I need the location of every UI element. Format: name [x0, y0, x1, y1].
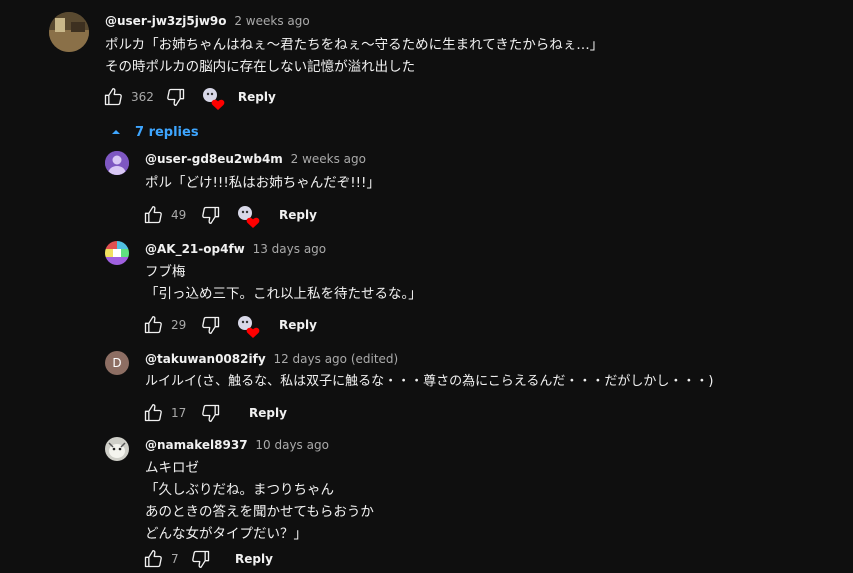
creator-heart-icon [202, 86, 225, 110]
creator-heart-icon [237, 204, 260, 228]
reply-button[interactable]: Reply [235, 552, 273, 566]
thumb-up-icon [104, 88, 122, 106]
avatar[interactable] [105, 151, 129, 175]
author-name[interactable]: @AK_21-op4fw [145, 242, 245, 256]
like-button[interactable] [141, 203, 165, 227]
creator-heart-icon [202, 88, 225, 110]
thumb-down-icon [202, 316, 220, 334]
avatar-letter: D [112, 356, 122, 370]
dislike-button[interactable] [164, 85, 188, 109]
comment-line: どんな女がタイプだい？」 [145, 526, 307, 542]
comment-line: ポル「どけ!!!私はお姉ちゃんだぞ!!!」 [145, 175, 380, 191]
chevron-up-icon [112, 130, 120, 134]
avatar[interactable]: D [105, 351, 129, 375]
author-name[interactable]: @user-gd8eu2wb4m [145, 152, 283, 166]
thumb-down-icon [167, 88, 185, 107]
comment-header: @user-jw3zj5jw9o 2 weeks ago [105, 14, 310, 28]
dislike-button[interactable] [199, 401, 223, 425]
comment-timestamp[interactable]: 13 days ago [253, 242, 327, 256]
comment-actions: 29 Reply [141, 313, 317, 338]
comment-actions: 7 Reply [141, 547, 273, 571]
comment-header: @user-gd8eu2wb4m 2 weeks ago [145, 152, 366, 166]
comment-header: @takuwan0082ify 12 days ago (edited) [145, 352, 398, 366]
like-count: 49 [171, 208, 187, 222]
like-count: 362 [131, 90, 154, 104]
like-count: 17 [171, 406, 187, 420]
comment-line: フブ梅 [145, 264, 186, 280]
comment-line: あのときの答えを聞かせてもらおうか [145, 504, 374, 520]
thumb-up-icon [144, 404, 162, 422]
like-button[interactable] [141, 401, 165, 425]
comment-timestamp[interactable]: 12 days ago (edited) [273, 352, 398, 366]
like-button[interactable] [101, 85, 125, 109]
comment-actions: 362 Reply [101, 85, 276, 110]
comment-line: 「久しぶりだね。まつりちゃん [145, 482, 334, 498]
comment-text: ルイルイ(さ、触るな、私は双子に触るな・・・尊さの為にこらえるんだ・・・だがしか… [145, 371, 714, 393]
like-button[interactable] [141, 313, 165, 337]
comment-line: その時ポルカの脳内に存在しない記憶が溢れ出した [105, 59, 416, 75]
comment-timestamp[interactable]: 2 weeks ago [291, 152, 366, 166]
reply-button[interactable]: Reply [279, 318, 317, 332]
thumb-down-icon [202, 206, 220, 224]
reply-button[interactable]: Reply [238, 90, 276, 104]
replies-count-label: 7 replies [135, 124, 199, 140]
like-count: 29 [171, 318, 187, 332]
creator-heart-icon [238, 206, 260, 228]
like-button[interactable] [141, 547, 165, 571]
dislike-button[interactable] [199, 313, 223, 337]
creator-heart-icon [238, 316, 260, 338]
like-count: 7 [171, 552, 179, 566]
comment-line: 「引っ込め三下。これ以上私を待たせるな。」 [145, 286, 422, 302]
thumb-down-icon [202, 404, 220, 422]
avatar[interactable] [49, 12, 89, 52]
comment-text: ムキロゼ 「久しぶりだね。まつりちゃん あのときの答えを聞かせてもらおうか どん… [145, 457, 374, 545]
dislike-button[interactable] [199, 203, 223, 227]
reply-button[interactable]: Reply [279, 208, 317, 222]
comment-thread: @user-jw3zj5jw9o 2 weeks ago ポルカ「お姉ちゃんはね… [0, 0, 853, 573]
comment-timestamp[interactable]: 10 days ago [255, 438, 329, 452]
comment-timestamp[interactable]: 2 weeks ago [234, 14, 309, 28]
comment-actions: 17 Reply [141, 401, 287, 425]
comment-header: @AK_21-op4fw 13 days ago [145, 242, 326, 256]
avatar-image [105, 437, 129, 461]
thumb-up-icon [144, 206, 162, 224]
comment-line: ムキロゼ [145, 460, 199, 476]
author-name[interactable]: @user-jw3zj5jw9o [105, 14, 227, 28]
creator-heart-icon [237, 314, 260, 338]
comment-line: ポルカ「お姉ちゃんはねぇ〜君たちをねぇ〜守るために生まれてきたからねぇ…」 [105, 37, 604, 53]
avatar-image [105, 241, 129, 265]
author-name[interactable]: @namakel8937 [145, 438, 248, 452]
thumb-down-icon [192, 550, 210, 568]
comment-text: フブ梅 「引っ込め三下。これ以上私を待たせるな。」 [145, 261, 422, 305]
avatar[interactable] [105, 437, 129, 461]
comment-text: ポルカ「お姉ちゃんはねぇ〜君たちをねぇ〜守るために生まれてきたからねぇ…」 その… [105, 34, 603, 78]
thumb-up-icon [144, 550, 162, 568]
comment-header: @namakel8937 10 days ago [145, 438, 329, 452]
author-name[interactable]: @takuwan0082ify [145, 352, 266, 366]
comment-actions: 49 Reply [141, 203, 317, 228]
avatar-image [49, 12, 89, 52]
comment-text: ポル「どけ!!!私はお姉ちゃんだぞ!!!」 [145, 172, 380, 194]
default-user-icon [105, 151, 129, 175]
thumb-up-icon [144, 316, 162, 334]
dislike-button[interactable] [189, 547, 213, 571]
avatar[interactable] [105, 241, 129, 265]
comment-line: ルイルイ(さ、触るな、私は双子に触るな・・・尊さの為にこらえるんだ・・・だがしか… [145, 374, 714, 389]
replies-toggle-button[interactable]: 7 replies [110, 122, 199, 142]
reply-button[interactable]: Reply [249, 406, 287, 420]
